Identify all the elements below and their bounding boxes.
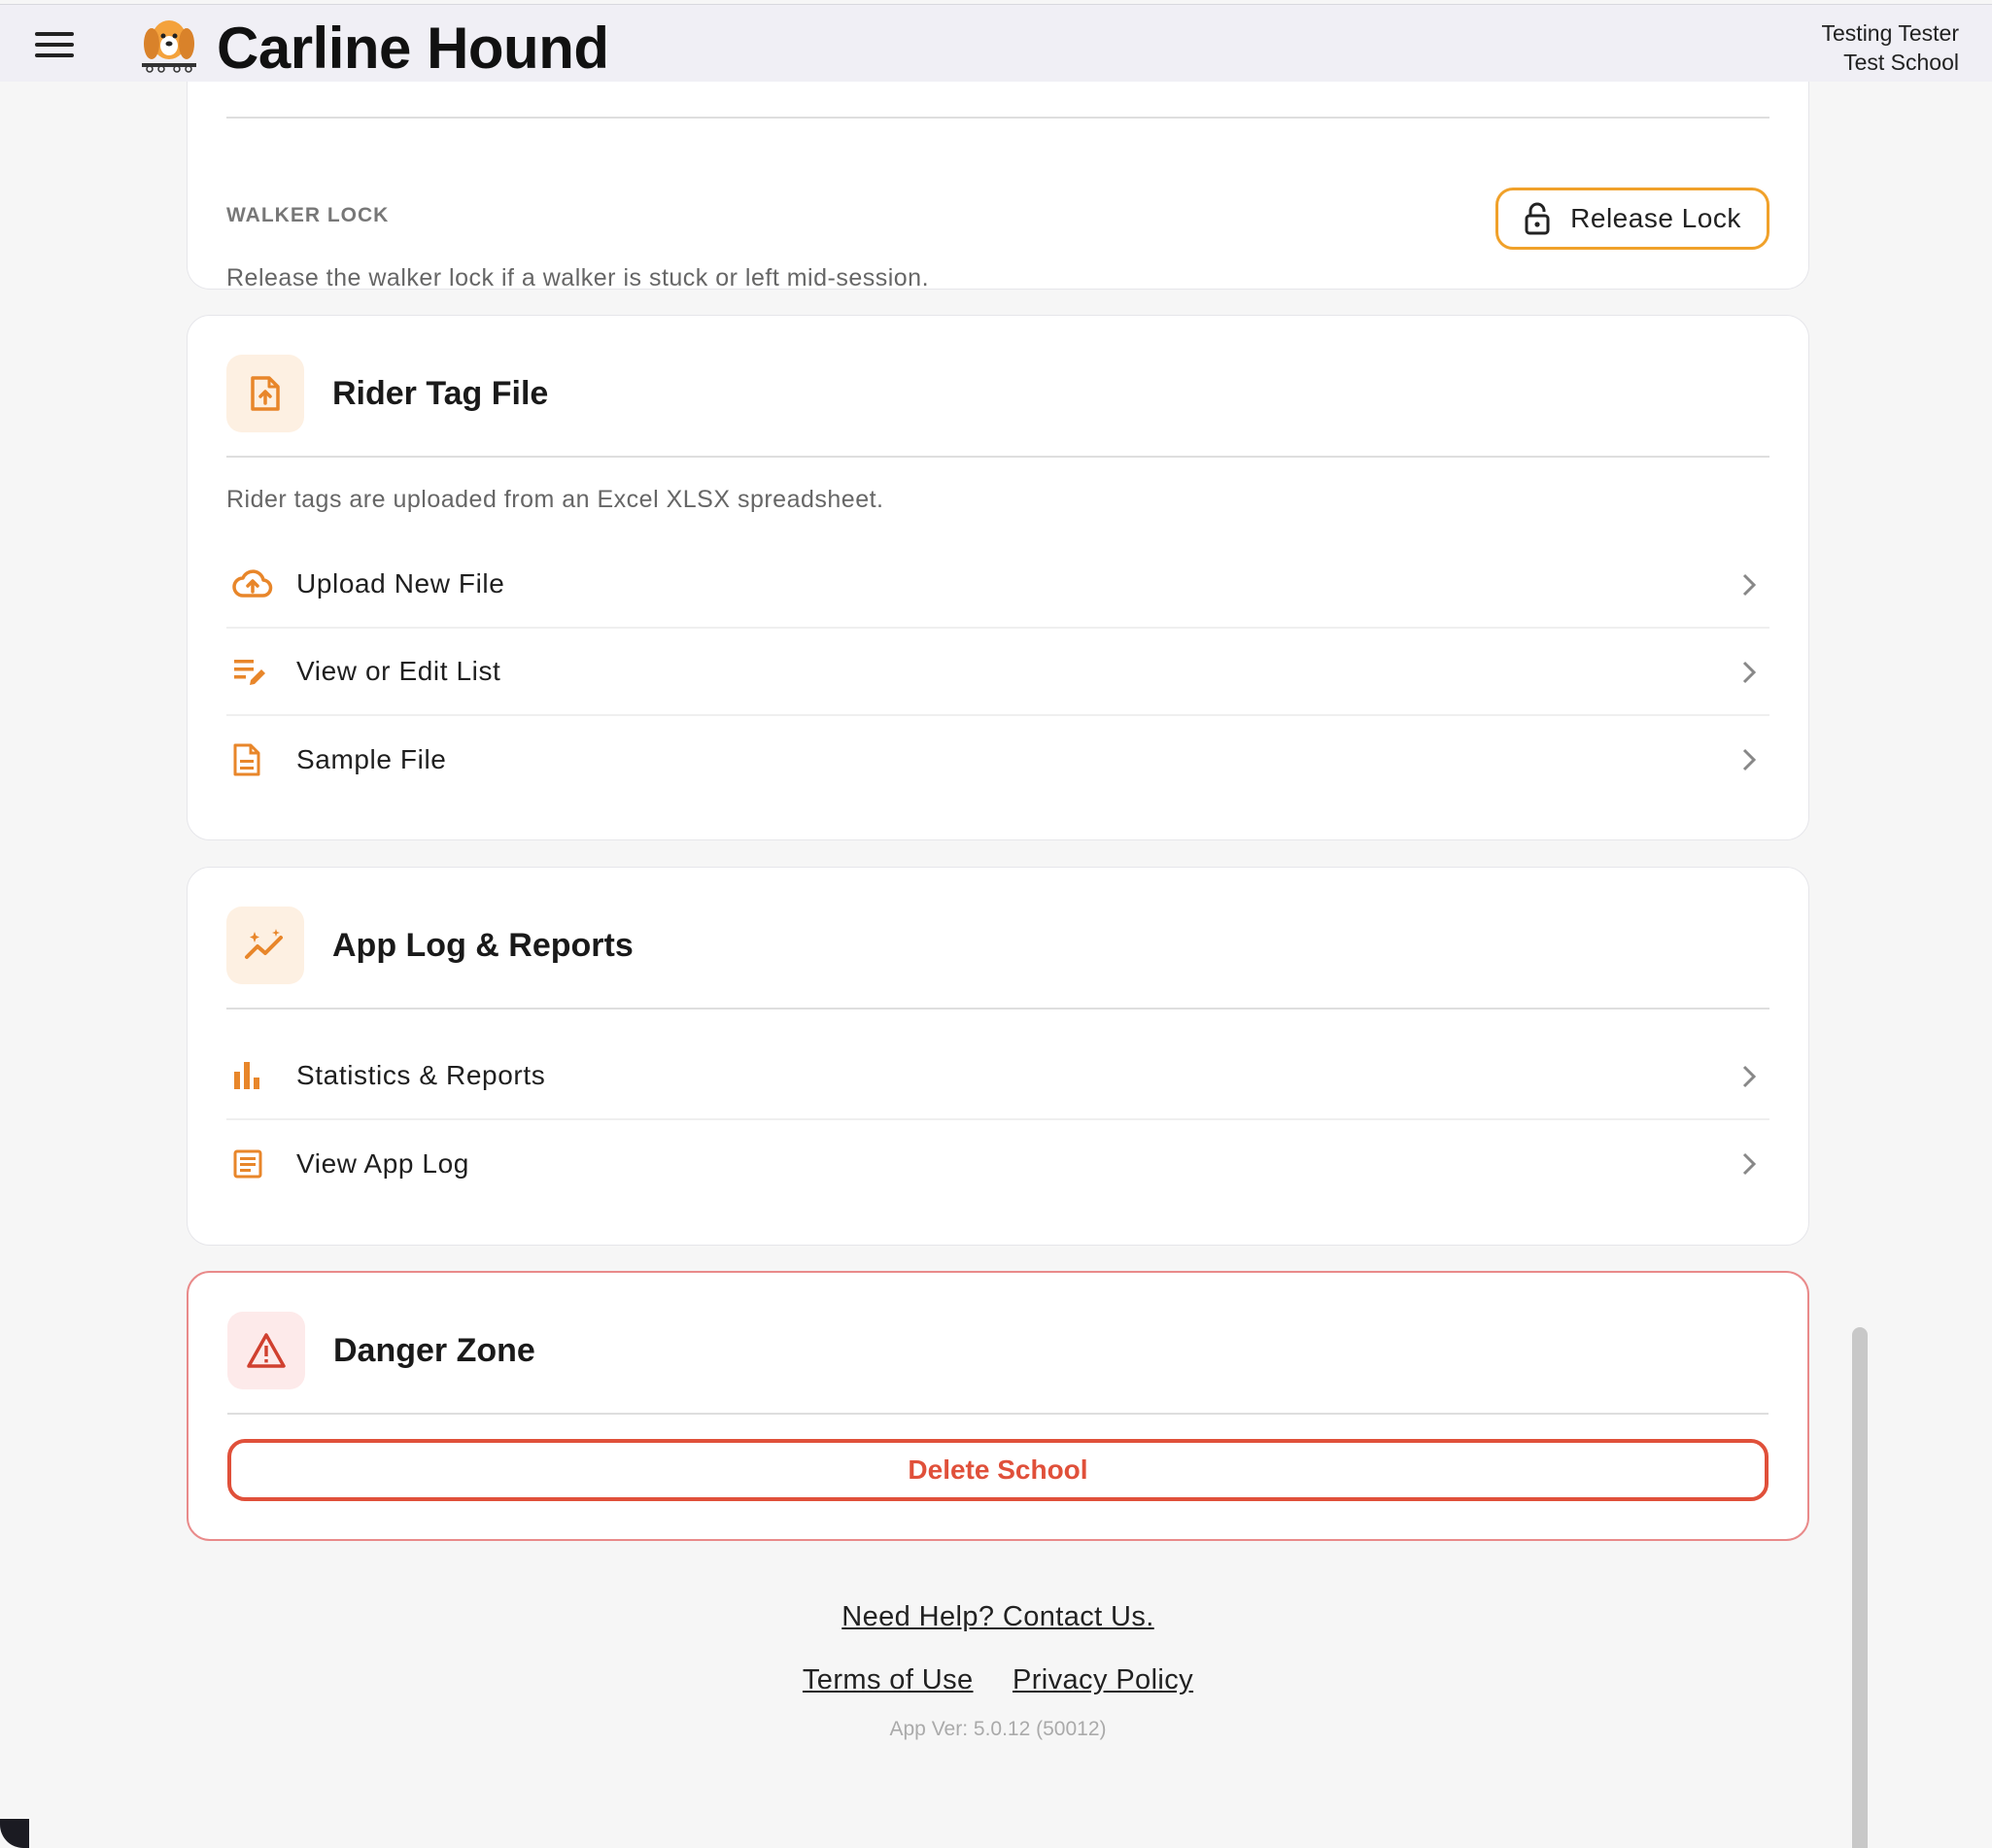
window-corner [0,1819,29,1848]
divider [226,117,1769,119]
divider [226,1008,1769,1010]
app-version: App Ver: 5.0.12 (50012) [889,1718,1107,1740]
delete-school-button[interactable]: Delete School [227,1439,1769,1501]
statistics-reports-label: Statistics & Reports [296,1060,546,1090]
lock-icon [1525,202,1550,235]
chevron-right-icon [1742,1065,1756,1088]
statistics-reports-item[interactable]: Statistics & Reports [226,1033,1769,1120]
app-frame: Carline Hound Testing Tester Test School… [0,0,1992,1848]
insights-icon [226,907,304,984]
rider-tag-header: Rider Tag File [226,355,548,432]
bar-chart-icon [226,1056,281,1095]
user-name: Testing Tester [1821,20,1959,46]
file-upload-icon [226,355,304,432]
view-app-log-item[interactable]: View App Log [226,1120,1769,1208]
view-edit-list-label: View or Edit List [296,656,501,686]
sample-file-label: Sample File [296,744,447,774]
danger-zone-header: Danger Zone [227,1312,535,1389]
app-log-header: App Log & Reports [226,907,634,984]
hamburger-menu-icon[interactable] [35,32,74,59]
release-lock-label: Release Lock [1570,203,1741,233]
chevron-right-icon [1742,573,1756,597]
article-icon [226,1145,281,1183]
danger-zone-title: Danger Zone [333,1331,535,1369]
walker-lock-label: WALKER LOCK [226,204,390,226]
view-app-log-label: View App Log [296,1148,469,1179]
footer-links: Terms of Use Privacy Policy [187,1664,1809,1696]
rider-tag-title: Rider Tag File [332,374,549,412]
app-log-list: Statistics & Reports View App Log [226,1033,1769,1208]
view-edit-list-item[interactable]: View or Edit List [226,629,1769,716]
school-name: Test School [1843,50,1959,75]
terms-of-use-link[interactable]: Terms of Use [803,1664,974,1695]
chevron-right-icon [1742,1152,1756,1176]
chevron-right-icon [1742,748,1756,771]
sample-file-item[interactable]: Sample File [226,716,1769,804]
footer-version: App Ver: 5.0.12 (50012) [187,1718,1809,1741]
release-lock-button[interactable]: Release Lock [1495,188,1769,250]
app-title: Carline Hound [217,16,609,81]
privacy-policy-link[interactable]: Privacy Policy [1013,1664,1193,1695]
walker-lock-card: WALKER LOCK Release the walker lock if a… [187,58,1809,291]
app-log-card: App Log & Reports Statistics & Reports V… [187,867,1809,1246]
rider-tag-description: Rider tags are uploaded from an Excel XL… [226,486,884,513]
hound-dog-logo [138,15,200,75]
divider [227,1413,1769,1415]
app-bar: Carline Hound Testing Tester Test School [0,4,1992,82]
divider [226,456,1769,458]
chevron-right-icon [1742,661,1756,684]
upload-new-file-item[interactable]: Upload New File [226,541,1769,629]
rider-tag-card: Rider Tag File Rider tags are uploaded f… [187,315,1809,840]
footer-help: Need Help? Contact Us. [187,1601,1809,1633]
rider-tag-list: Upload New File View or Edit List Sample… [226,541,1769,804]
danger-zone-card: Danger Zone Delete School [187,1271,1809,1541]
document-icon [226,740,281,779]
walker-lock-description: Release the walker lock if a walker is s… [226,264,930,291]
upload-new-file-label: Upload New File [296,568,505,599]
scrollbar[interactable] [1852,1327,1868,1848]
app-log-title: App Log & Reports [332,926,634,964]
cloud-upload-icon [226,565,281,603]
user-info[interactable]: Testing Tester Test School [1822,18,1959,77]
warning-icon [227,1312,305,1389]
edit-list-icon [226,652,281,691]
contact-us-link[interactable]: Need Help? Contact Us. [841,1601,1154,1632]
